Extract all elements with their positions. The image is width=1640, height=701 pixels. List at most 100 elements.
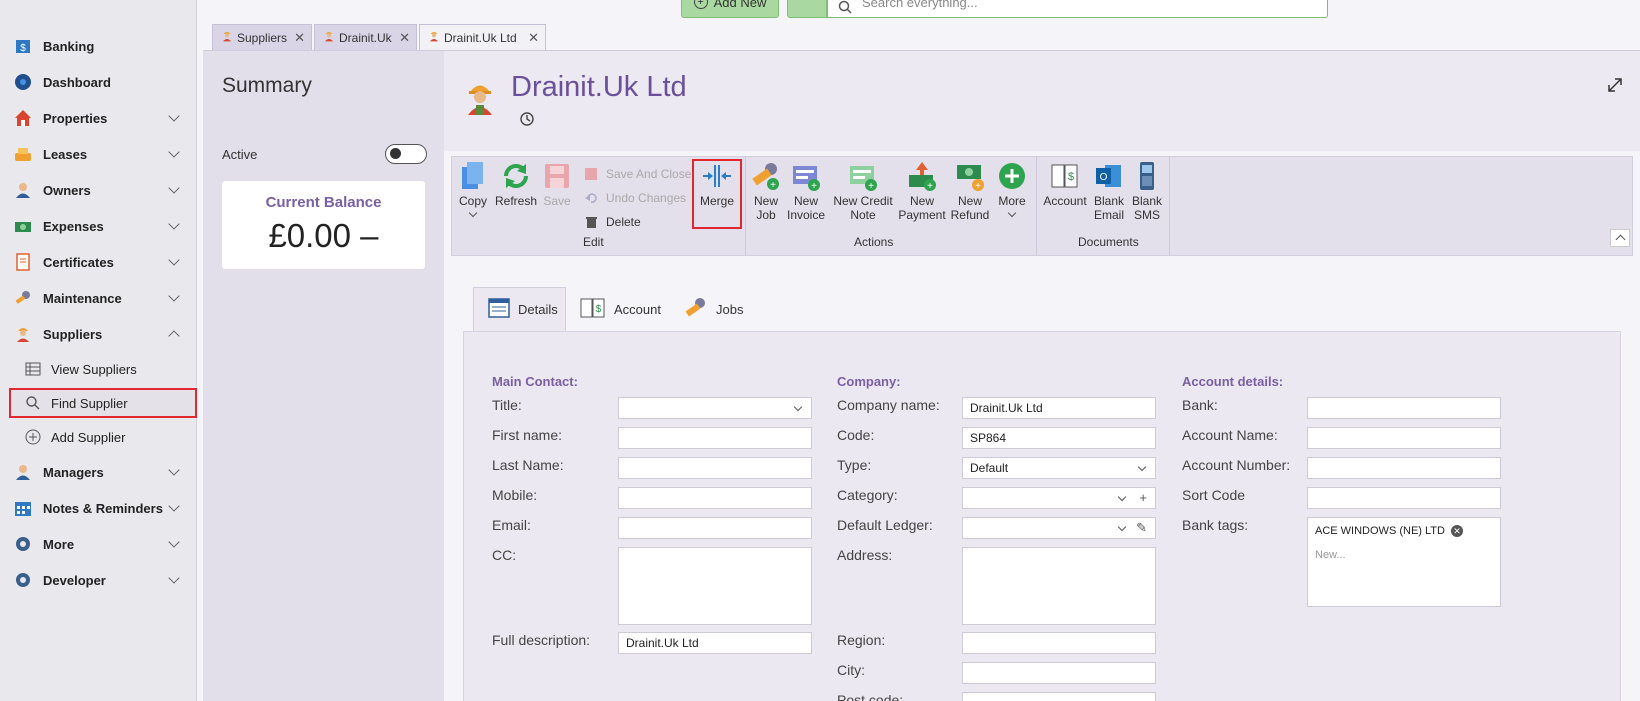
undo-changes-button[interactable]: Undo Changes — [584, 191, 686, 205]
category-label: Category: — [837, 487, 898, 503]
tab-jobs[interactable]: Jobs — [670, 287, 750, 331]
blank-email-button[interactable]: O Blank Email — [1090, 161, 1128, 222]
merge-button[interactable]: Merge — [695, 161, 739, 208]
worker-icon — [323, 30, 335, 45]
add-icon[interactable]: + — [1139, 490, 1147, 505]
type-select[interactable]: Default — [962, 457, 1156, 479]
sidebar-item-expenses[interactable]: Expenses — [0, 210, 197, 242]
company-heading: Company: — [837, 374, 901, 389]
chevron-down-icon[interactable] — [168, 182, 180, 194]
tab-drainit-uk-ltd[interactable]: Drainit.Uk Ltd ✕ — [419, 24, 546, 50]
tab-details[interactable]: Details — [473, 287, 566, 331]
remove-tag-icon[interactable]: ✕ — [1450, 525, 1463, 537]
first-name-field[interactable] — [618, 427, 812, 449]
delete-button[interactable]: Delete — [584, 215, 641, 229]
chevron-down-icon[interactable] — [168, 254, 180, 266]
new-credit-note-button[interactable]: + New Credit Note — [831, 161, 895, 222]
company-name-field[interactable]: Drainit.Uk Ltd — [962, 397, 1156, 419]
sidebar-item-maintenance[interactable]: Maintenance — [0, 282, 197, 314]
new-refund-button[interactable]: + New Refund — [948, 161, 992, 222]
full-description-field[interactable]: Drainit.Uk Ltd — [618, 632, 812, 654]
plus-icon: + — [693, 0, 708, 9]
toggle-knob — [390, 148, 401, 159]
sidebar-item-certificates[interactable]: Certificates — [0, 246, 197, 278]
chevron-down-icon[interactable] — [168, 500, 180, 512]
email-field[interactable] — [618, 517, 812, 539]
bank-field[interactable] — [1307, 397, 1501, 419]
new-refund-label-line2: Refund — [950, 208, 990, 222]
new-job-button[interactable]: + New Job — [746, 161, 786, 222]
account-button[interactable]: $ Account — [1040, 161, 1090, 208]
sidebar-subitem-add-supplier[interactable]: Add Supplier — [0, 422, 197, 452]
default-ledger-select[interactable]: ✎ — [962, 517, 1156, 539]
sidebar-item-properties[interactable]: Properties — [0, 102, 197, 134]
post-code-field[interactable] — [962, 692, 1156, 701]
wrench-icon — [684, 296, 708, 323]
edit-icon[interactable]: ✎ — [1136, 520, 1147, 536]
title-select[interactable] — [618, 397, 812, 419]
title-label: Title: — [492, 397, 522, 413]
add-new-button[interactable]: + Add New — [681, 0, 779, 18]
city-field[interactable] — [962, 662, 1156, 684]
sidebar-item-notes-reminders[interactable]: Notes & Reminders — [0, 492, 197, 524]
last-name-field[interactable] — [618, 457, 812, 479]
address-label: Address: — [837, 547, 893, 563]
tab-suppliers[interactable]: Suppliers ✕ — [212, 24, 312, 50]
address-textarea[interactable] — [962, 547, 1156, 625]
sidebar-item-label: Maintenance — [43, 290, 122, 306]
code-field[interactable]: SP864 — [962, 427, 1156, 449]
close-icon[interactable]: ✕ — [528, 30, 539, 46]
close-icon[interactable]: ✕ — [399, 30, 410, 46]
bank-tags-input[interactable]: ACE WINDOWS (NE) LTD ✕ New... — [1307, 517, 1501, 607]
refresh-button[interactable]: Refresh — [495, 161, 537, 208]
history-button[interactable] — [787, 0, 827, 18]
history-icon[interactable] — [519, 111, 535, 132]
cc-textarea[interactable] — [618, 547, 812, 625]
close-icon[interactable]: ✕ — [294, 30, 305, 46]
active-toggle[interactable] — [385, 144, 427, 164]
expand-icon[interactable] — [1607, 77, 1623, 98]
region-field[interactable] — [962, 632, 1156, 654]
tab-account[interactable]: $ Account — [566, 287, 666, 331]
code-value: SP864 — [970, 431, 1007, 445]
sidebar-item-suppliers[interactable]: Suppliers — [0, 318, 197, 350]
category-select[interactable]: + — [962, 487, 1156, 509]
tab-drainit-uk[interactable]: Drainit.Uk ✕ — [314, 24, 417, 50]
tab-details-label: Details — [518, 302, 558, 317]
new-invoice-button[interactable]: + New Invoice — [784, 161, 828, 222]
chevron-down-icon[interactable] — [168, 146, 180, 158]
sidebar-item-more[interactable]: More — [0, 528, 197, 560]
sidebar-item-developer[interactable]: Developer — [0, 564, 197, 596]
documents-group-label: Documents — [1078, 235, 1139, 249]
sidebar-item-banking[interactable]: $ Banking — [0, 30, 197, 62]
more-button[interactable]: More — [992, 161, 1032, 218]
chevron-down-icon[interactable] — [168, 536, 180, 548]
more-label: More — [998, 194, 1026, 208]
sidebar-subitem-view-suppliers[interactable]: View Suppliers — [0, 354, 197, 384]
collapse-ribbon-button[interactable] — [1610, 229, 1630, 247]
chevron-down-icon[interactable] — [168, 110, 180, 122]
sidebar-item-dashboard[interactable]: Dashboard — [0, 66, 197, 98]
search-input[interactable]: Search everything... — [827, 0, 1328, 18]
sidebar-item-leases[interactable]: Leases — [0, 138, 197, 170]
sidebar-item-owners[interactable]: Owners — [0, 174, 197, 206]
chevron-down-icon[interactable] — [168, 290, 180, 302]
tag-placeholder[interactable]: New... — [1315, 549, 1346, 561]
save-and-close-button[interactable]: Save And Close — [584, 167, 691, 181]
search-placeholder: Search everything... — [862, 0, 978, 10]
sidebar-subitem-find-supplier[interactable]: Find Supplier — [9, 388, 197, 418]
chevron-down-icon[interactable] — [168, 464, 180, 476]
worker-icon — [428, 30, 440, 45]
account-name-field[interactable] — [1307, 427, 1501, 449]
sidebar-item-managers[interactable]: Managers — [0, 456, 197, 488]
save-button[interactable]: Save — [542, 161, 572, 208]
sort-code-field[interactable] — [1307, 487, 1501, 509]
chevron-down-icon[interactable] — [168, 572, 180, 584]
mobile-field[interactable] — [618, 487, 812, 509]
chevron-up-icon[interactable] — [168, 330, 180, 342]
new-payment-button[interactable]: + New Payment — [896, 161, 948, 222]
blank-sms-button[interactable]: Blank SMS — [1128, 161, 1166, 222]
chevron-down-icon[interactable] — [168, 218, 180, 230]
account-number-field[interactable] — [1307, 457, 1501, 479]
copy-button[interactable]: Copy — [458, 161, 488, 218]
